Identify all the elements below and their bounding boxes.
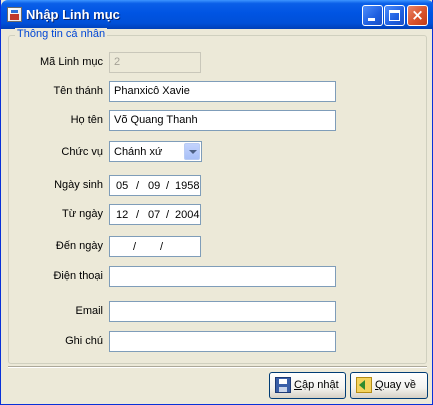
tu-ngay-month[interactable]: 07 [148, 209, 160, 221]
window-title: Nhập Linh mục [26, 7, 120, 22]
chuc-vu-value: Chánh xứ [114, 146, 163, 158]
date-separator: / [136, 180, 140, 192]
ngay-sinh-year[interactable]: 1958 [175, 180, 199, 192]
ten-thanh-field[interactable]: Phanxicô Xavie [109, 81, 336, 102]
date-separator: / [166, 209, 170, 221]
close-button[interactable]: × [407, 5, 428, 26]
footer-divider [8, 366, 427, 368]
email-field[interactable] [109, 301, 336, 322]
quay-ve-button[interactable]: Quay về [350, 372, 428, 399]
minimize-icon [368, 18, 375, 21]
email-label: Email [75, 305, 103, 317]
ngay-sinh-date-picker[interactable]: 05 / 09 / 1958 [109, 175, 201, 196]
ma-linh-muc-label: Mã Linh mục [40, 56, 103, 68]
tu-ngay-label: Từ ngày [62, 208, 103, 220]
quay-ve-label: Quay về [375, 379, 416, 391]
den-ngay-label: Đến ngày [55, 240, 103, 252]
date-separator: / [160, 241, 164, 253]
tu-ngay-date-picker[interactable]: 12 / 07 / 2004 [109, 204, 201, 225]
maximize-button[interactable] [384, 5, 405, 26]
tu-ngay-year[interactable]: 2004 [175, 209, 199, 221]
cap-nhat-label: Cập nhật [294, 379, 339, 391]
floppy-disk-icon [275, 377, 291, 393]
chevron-down-icon[interactable] [184, 143, 200, 160]
close-icon: × [411, 6, 424, 24]
chuc-vu-select[interactable]: Chánh xứ [109, 141, 202, 162]
date-separator: / [133, 241, 137, 253]
date-separator: / [166, 180, 170, 192]
dialog-window: Nhập Linh mục × Thông tin cá nhân Mã Lin… [0, 0, 433, 405]
ma-linh-muc-field: 2 [109, 52, 201, 73]
ngay-sinh-month[interactable]: 09 [148, 180, 160, 192]
ghi-chu-label: Ghi chú [65, 335, 103, 347]
folder-back-icon [356, 377, 372, 393]
chuc-vu-label: Chức vụ [61, 146, 103, 158]
maximize-icon [389, 10, 400, 21]
minimize-button[interactable] [362, 5, 383, 26]
tu-ngay-day[interactable]: 12 [116, 209, 128, 221]
den-ngay-date-picker[interactable]: / / [109, 236, 201, 257]
date-separator: / [136, 209, 140, 221]
group-legend: Thông tin cá nhân [15, 28, 108, 40]
ten-thanh-label: Tên thánh [53, 85, 103, 97]
ho-ten-label: Họ tên [70, 114, 103, 126]
title-bar[interactable]: Nhập Linh mục × [1, 0, 433, 29]
ngay-sinh-day[interactable]: 05 [116, 180, 128, 192]
ghi-chu-field[interactable] [109, 331, 336, 352]
app-icon[interactable] [7, 7, 22, 22]
dien-thoai-label: Điện thoại [53, 270, 103, 282]
ho-ten-field[interactable]: Võ Quang Thanh [109, 110, 336, 131]
dien-thoai-field[interactable] [109, 266, 336, 287]
cap-nhat-button[interactable]: Cập nhật [269, 372, 346, 399]
ngay-sinh-label: Ngày sinh [54, 179, 103, 191]
